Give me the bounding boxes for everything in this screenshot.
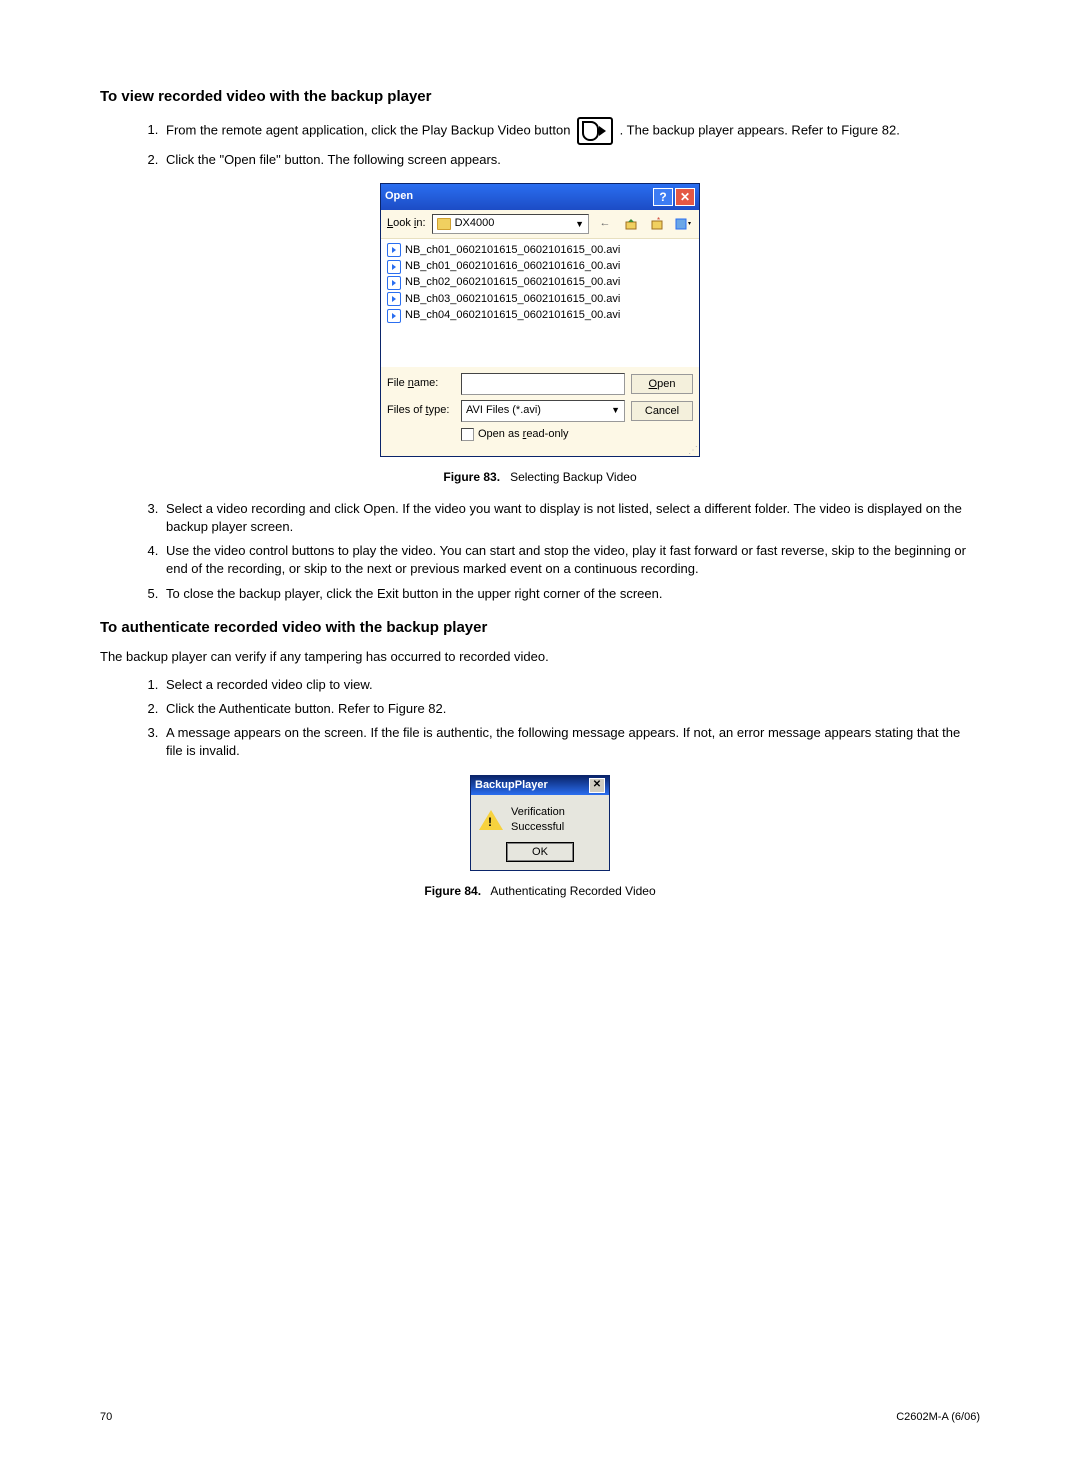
auth-step-1: Select a recorded video clip to view. [162,676,980,694]
bp-message: Verification Successful [511,805,601,836]
step-5: To close the backup player, click the Ex… [162,585,980,603]
step-3: Select a video recording and click Open.… [162,500,980,536]
readonly-label: Open as read-only [478,427,569,442]
new-folder-icon[interactable]: * [647,215,667,233]
page-footer: 70 C2602M-A (6/06) [100,1410,980,1425]
resize-grip-icon: ⋰ [381,448,699,456]
figure-83-label: Figure 83. [443,470,500,484]
svg-text:*: * [657,217,660,225]
folder-icon [437,218,451,230]
doc-id: C2602M-A (6/06) [896,1410,980,1425]
step1-text-a: From the remote agent application, click… [166,122,574,137]
bp-titlebar: BackupPlayer ✕ [471,776,609,795]
section1-heading: To view recorded video with the backup p… [100,86,980,107]
section2-heading: To authenticate recorded video with the … [100,617,980,638]
file-name-text: NB_ch02_0602101615_0602101615_00.avi [405,275,620,290]
filetype-label: Files of type: [387,403,455,418]
step-1: From the remote agent application, click… [162,117,980,145]
video-file-icon [387,260,401,274]
file-name-text: NB_ch01_0602101616_0602101616_00.avi [405,259,620,274]
file-name-text: NB_ch01_0602101615_0602101615_00.avi [405,243,620,258]
open-dialog-title: Open [385,189,413,204]
dropdown-icon: ▼ [575,218,584,231]
list-item[interactable]: NB_ch01_0602101616_0602101616_00.avi [387,259,693,274]
close-icon[interactable]: ✕ [675,188,695,206]
filename-label: File name: [387,376,455,391]
play-backup-video-icon [577,117,613,145]
figure-83-desc: Selecting Backup Video [510,470,637,484]
help-icon[interactable]: ? [653,188,673,206]
lookin-folder-name: DX4000 [455,216,495,231]
file-name-text: NB_ch03_0602101615_0602101615_00.avi [405,292,620,307]
video-file-icon [387,276,401,290]
list-item[interactable]: NB_ch04_0602101615_0602101615_00.avi [387,308,693,323]
backupplayer-dialog: BackupPlayer ✕ Verification Successful O… [470,775,610,871]
step1-text-b: . The backup player appears. Refer to Fi… [620,122,900,137]
ok-button[interactable]: OK [506,842,574,862]
lookin-select[interactable]: DX4000 ▼ [432,214,589,233]
dropdown-icon: ▼ [611,404,620,417]
page-number: 70 [100,1410,112,1425]
auth-step-3: A message appears on the screen. If the … [162,724,980,760]
close-icon[interactable]: ✕ [589,778,605,793]
view-menu-icon[interactable] [673,215,693,233]
auth-step-2: Click the Authenticate button. Refer to … [162,700,980,718]
list-item[interactable]: NB_ch03_0602101615_0602101615_00.avi [387,292,693,307]
filetype-select[interactable]: AVI Files (*.avi) ▼ [461,400,625,422]
open-button[interactable]: Open [631,374,693,394]
bp-title-text: BackupPlayer [475,778,548,793]
file-list[interactable]: NB_ch01_0602101615_0602101615_00.avi NB_… [381,239,699,367]
back-icon[interactable]: ← [595,215,615,233]
filename-input[interactable] [461,373,625,395]
file-name-text: NB_ch04_0602101615_0602101615_00.avi [405,308,620,323]
up-icon[interactable] [621,215,641,233]
video-file-icon [387,292,401,306]
readonly-checkbox[interactable] [461,428,474,441]
figure-84-desc: Authenticating Recorded Video [490,884,655,898]
step-2: Click the "Open file" button. The follow… [162,151,980,169]
video-file-icon [387,243,401,257]
section2-intro: The backup player can verify if any tamp… [100,648,980,666]
open-dialog-titlebar: Open ? ✕ [381,184,699,210]
filetype-value: AVI Files (*.avi) [466,403,541,418]
figure-83-caption: Figure 83. Selecting Backup Video [100,469,980,486]
open-dialog: Open ? ✕ Look in: DX4000 ▼ ← * NB_ch01_0… [380,183,700,457]
figure-84-label: Figure 84. [424,884,481,898]
cancel-button[interactable]: Cancel [631,401,693,421]
figure-84-caption: Figure 84. Authenticating Recorded Video [100,883,980,900]
step-4: Use the video control buttons to play th… [162,542,980,578]
video-file-icon [387,309,401,323]
list-item[interactable]: NB_ch01_0602101615_0602101615_00.avi [387,243,693,258]
warning-icon [479,810,503,830]
list-item[interactable]: NB_ch02_0602101615_0602101615_00.avi [387,275,693,290]
lookin-label: Look in: [387,216,426,231]
